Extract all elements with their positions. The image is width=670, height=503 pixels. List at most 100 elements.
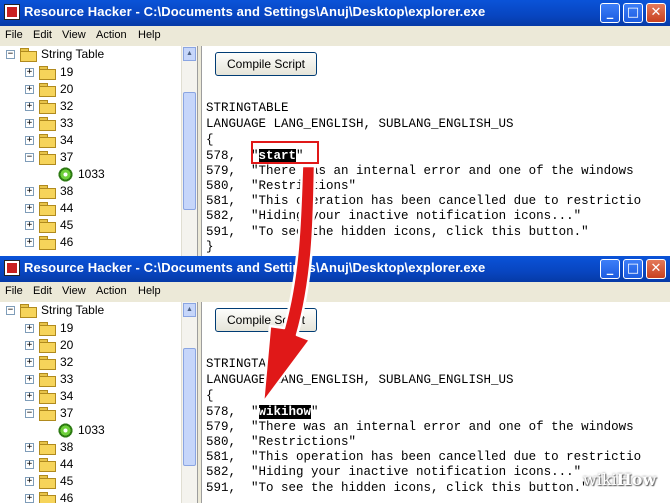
expand-toggle[interactable]: + (25, 221, 34, 230)
folder-icon (39, 219, 56, 233)
code-line-591: 591, "To see the hidden icons, click thi… (206, 481, 589, 495)
folder-icon (39, 475, 56, 489)
expand-toggle[interactable]: + (25, 324, 34, 333)
tree-item-label: 37 (60, 150, 74, 164)
folder-icon (39, 356, 56, 370)
collapse-toggle[interactable]: − (25, 153, 34, 162)
menu-file[interactable]: File (5, 285, 23, 297)
code-line: { (206, 389, 214, 403)
tree-item-label: 20 (60, 338, 74, 352)
expand-toggle[interactable]: + (25, 494, 34, 503)
expand-toggle[interactable]: + (25, 102, 34, 111)
tree-item-label: 34 (60, 133, 74, 147)
code-line-582: 582, "Hiding your inactive notification … (206, 209, 582, 223)
menu-edit[interactable]: Edit (33, 285, 52, 297)
tree-item-38[interactable]: + 38 (0, 439, 180, 456)
tree-item-label: 33 (60, 372, 74, 386)
tree-scrollbar[interactable]: ▲ (181, 302, 197, 503)
tree-item-string-table[interactable]: − String Table (0, 302, 180, 319)
expand-toggle[interactable]: + (25, 358, 34, 367)
menu-edit[interactable]: Edit (33, 29, 52, 41)
scroll-up-arrow-icon[interactable]: ▲ (183, 303, 196, 317)
close-button[interactable]: ✕ (646, 259, 666, 279)
tree-item-34[interactable]: + 34 (0, 388, 180, 405)
menu-help[interactable]: Help (138, 285, 161, 297)
tree-item-38[interactable]: + 38 (0, 183, 180, 200)
tree-item-20[interactable]: + 20 (0, 337, 180, 354)
tree-item-46[interactable]: + 46 (0, 490, 180, 503)
code-line-580: 580, "Restrictions" (206, 179, 357, 193)
tree-item-label: 46 (60, 491, 74, 503)
tree-item-33[interactable]: + 33 (0, 115, 180, 132)
tree-item-34[interactable]: + 34 (0, 132, 180, 149)
maximize-button[interactable]: □ (623, 259, 643, 279)
collapse-toggle[interactable]: − (6, 50, 15, 59)
tree-item-37[interactable]: − 37 (0, 405, 180, 422)
tree-item-46[interactable]: + 46 (0, 234, 180, 251)
tree-item-32[interactable]: + 32 (0, 98, 180, 115)
code-line-591: 591, "To see the hidden icons, click thi… (206, 225, 589, 239)
expand-toggle[interactable]: + (25, 477, 34, 486)
tree-item-20[interactable]: + 20 (0, 81, 180, 98)
tree-item-32[interactable]: + 32 (0, 354, 180, 371)
collapse-toggle[interactable]: − (6, 306, 15, 315)
menu-view[interactable]: View (62, 285, 86, 297)
code-line-578: 578, "wikihow" (206, 405, 319, 419)
expand-toggle[interactable]: + (25, 238, 34, 247)
expand-toggle[interactable]: + (25, 443, 34, 452)
resource-tree: − String Table + 19 + 20 + 32 + 33 + 34 (0, 46, 198, 256)
tree-item-label: 38 (60, 440, 74, 454)
folder-icon (39, 100, 56, 114)
scrollbar-thumb[interactable] (183, 92, 196, 210)
scroll-up-arrow-icon[interactable]: ▲ (183, 47, 196, 61)
compile-script-button[interactable]: Compile Script (215, 52, 317, 76)
expand-toggle[interactable]: + (25, 68, 34, 77)
menu-view[interactable]: View (62, 29, 86, 41)
close-button[interactable]: ✕ (646, 3, 666, 23)
menu-action[interactable]: Action (96, 285, 127, 297)
tree-item-45[interactable]: + 45 (0, 473, 180, 490)
tree-item-33[interactable]: + 33 (0, 371, 180, 388)
tree-item-45[interactable]: + 45 (0, 217, 180, 234)
scrollbar-thumb[interactable] (183, 348, 196, 466)
expand-toggle[interactable]: + (25, 119, 34, 128)
tree-item-1033[interactable]: 1033 (0, 422, 180, 439)
menu-file[interactable]: File (5, 29, 23, 41)
code-line-579: 579, "There was an internal error and on… (206, 164, 634, 178)
tree-item-label: String Table (41, 47, 105, 61)
tree-item-label: String Table (41, 303, 105, 317)
code-line: } (206, 240, 214, 254)
folder-icon (39, 202, 56, 216)
tree-item-label: 44 (60, 201, 74, 215)
tree-item-label: 20 (60, 82, 74, 96)
tree-item-label: 37 (60, 406, 74, 420)
collapse-toggle[interactable]: − (25, 409, 34, 418)
expand-toggle[interactable]: + (25, 392, 34, 401)
tree-item-44[interactable]: + 44 (0, 200, 180, 217)
code-line: STRINGTABLE (206, 357, 289, 371)
expand-toggle[interactable]: + (25, 187, 34, 196)
tree-item-37[interactable]: − 37 (0, 149, 180, 166)
expand-toggle[interactable]: + (25, 341, 34, 350)
menu-action[interactable]: Action (96, 29, 127, 41)
folder-icon (39, 458, 56, 472)
expand-toggle[interactable]: + (25, 204, 34, 213)
expand-toggle[interactable]: + (25, 375, 34, 384)
tree-item-19[interactable]: + 19 (0, 320, 180, 337)
menu-help[interactable]: Help (138, 29, 161, 41)
minimize-button[interactable]: _ (600, 259, 620, 279)
code-line-581: 581, "This operation has been cancelled … (206, 194, 642, 208)
tree-item-19[interactable]: + 19 (0, 64, 180, 81)
expand-toggle[interactable]: + (25, 136, 34, 145)
expand-toggle[interactable]: + (25, 460, 34, 469)
folder-icon (39, 185, 56, 199)
folder-icon (39, 322, 56, 336)
compile-script-button[interactable]: Compile Script (215, 308, 317, 332)
maximize-button[interactable]: □ (623, 3, 643, 23)
expand-toggle[interactable]: + (25, 85, 34, 94)
tree-item-44[interactable]: + 44 (0, 456, 180, 473)
minimize-button[interactable]: _ (600, 3, 620, 23)
tree-scrollbar[interactable]: ▲ (181, 46, 197, 256)
tree-item-string-table[interactable]: − String Table (0, 46, 180, 63)
tree-item-1033[interactable]: 1033 (0, 166, 180, 183)
